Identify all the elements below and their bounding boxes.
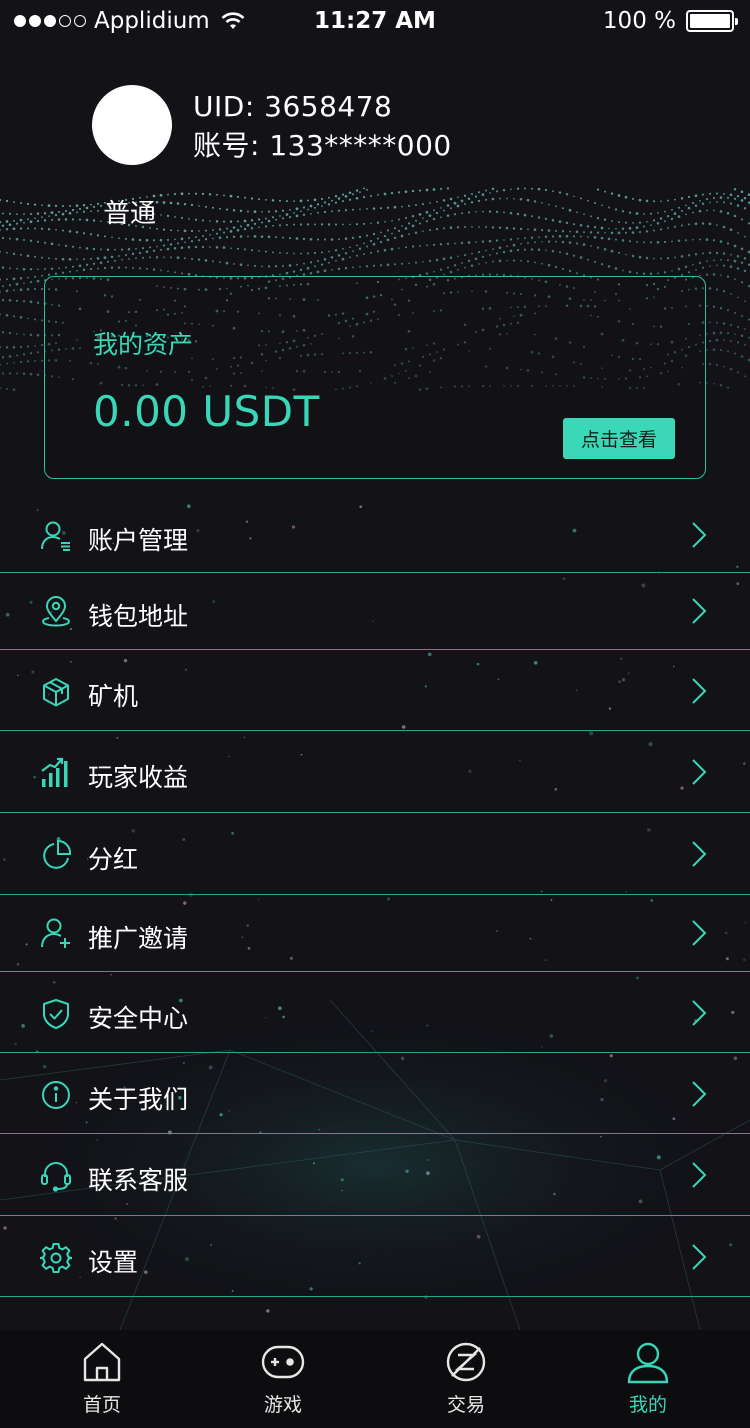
info-icon [42, 1081, 70, 1109]
chevron-right-icon [692, 1081, 707, 1107]
menu-item-security-center[interactable]: 安全中心 [0, 972, 750, 1053]
headset-icon [41, 1162, 71, 1192]
user-manage-icon [41, 521, 70, 551]
user-add-icon [41, 918, 70, 948]
avatar[interactable] [92, 85, 172, 165]
tab-games[interactable]: 游戏 [221, 1330, 341, 1428]
menu-item-label: 玩家收益 [88, 763, 189, 792]
menu-item-customer-service[interactable]: 联系客服 [0, 1134, 750, 1216]
status-right: 100 % [602, 8, 738, 34]
tab-label: 我的 [628, 1394, 667, 1416]
uid-label: UID: [193, 90, 255, 123]
person-icon [627, 1342, 669, 1384]
menu-divider [0, 1296, 750, 1297]
menu-item-label: 矿机 [88, 682, 139, 711]
gamepad-icon [261, 1345, 305, 1379]
menu-item-settings[interactable]: 设置 [0, 1216, 750, 1297]
asset-title: 我的资产 [93, 330, 194, 359]
menu-item-referral[interactable]: 推广邀请 [0, 895, 750, 972]
bar-chart-icon [41, 757, 68, 787]
location-pin-icon [41, 596, 71, 627]
chevron-right-icon [692, 598, 707, 624]
chevron-right-icon [692, 1244, 707, 1270]
uid-line: UID: 3658478 [193, 90, 392, 123]
tab-trade[interactable]: 交易 [404, 1330, 524, 1428]
account-value: 133*****000 [269, 129, 452, 162]
asset-card: 我的资产 0.00 USDT 点击查看 [44, 276, 706, 479]
menu-item-label: 账户管理 [88, 526, 189, 555]
tab-mine[interactable]: 我的 [586, 1330, 706, 1428]
menu-item-label: 联系客服 [88, 1166, 189, 1195]
chevron-right-icon [692, 759, 707, 785]
asset-value: 0.00 USDT [93, 387, 320, 436]
cube-icon [43, 678, 69, 707]
menu-item-label: 关于我们 [88, 1085, 189, 1114]
menu-item-label: 设置 [88, 1248, 139, 1277]
chevron-right-icon [692, 522, 707, 548]
chevron-right-icon [692, 1162, 707, 1188]
battery-percent: 100 % [602, 8, 676, 34]
chevron-right-icon [692, 920, 707, 946]
menu-item-label: 推广邀请 [88, 924, 189, 953]
tab-label: 首页 [82, 1394, 121, 1416]
pie-chart-icon [43, 839, 72, 869]
menu-item-label: 钱包地址 [88, 602, 189, 631]
tab-home[interactable]: 首页 [40, 1330, 160, 1428]
account-line: 账号: 133*****000 [193, 124, 452, 164]
battery-icon [686, 10, 738, 32]
tab-bar: 首页 游戏 交易 我的 [0, 1330, 750, 1428]
chevron-right-icon [692, 678, 707, 704]
menu-item-label: 分红 [88, 845, 139, 874]
chevron-right-icon [692, 841, 707, 867]
view-assets-button[interactable]: 点击查看 [563, 418, 675, 459]
chevron-right-icon [692, 1000, 707, 1026]
menu-item-about-us[interactable]: 关于我们 [0, 1053, 750, 1134]
trade-icon [446, 1342, 486, 1382]
shield-check-icon [43, 999, 69, 1029]
menu-item-account-management[interactable]: 账户管理 [0, 497, 750, 573]
home-icon [83, 1342, 121, 1382]
uid-value: 3658478 [264, 90, 393, 123]
status-bar: Applidium 11:27 AM 100 % [0, 0, 750, 42]
menu-item-miner[interactable]: 矿机 [0, 650, 750, 731]
tab-label: 交易 [446, 1394, 485, 1416]
account-label: 账号: [193, 129, 260, 162]
menu-item-wallet-address[interactable]: 钱包地址 [0, 573, 750, 650]
menu-item-player-earnings[interactable]: 玩家收益 [0, 731, 750, 813]
gear-icon [40, 1243, 72, 1273]
menu-item-dividends[interactable]: 分红 [0, 813, 750, 895]
menu-item-label: 安全中心 [88, 1004, 189, 1033]
tab-label: 游戏 [263, 1394, 302, 1416]
member-level: 普通 [104, 199, 157, 229]
